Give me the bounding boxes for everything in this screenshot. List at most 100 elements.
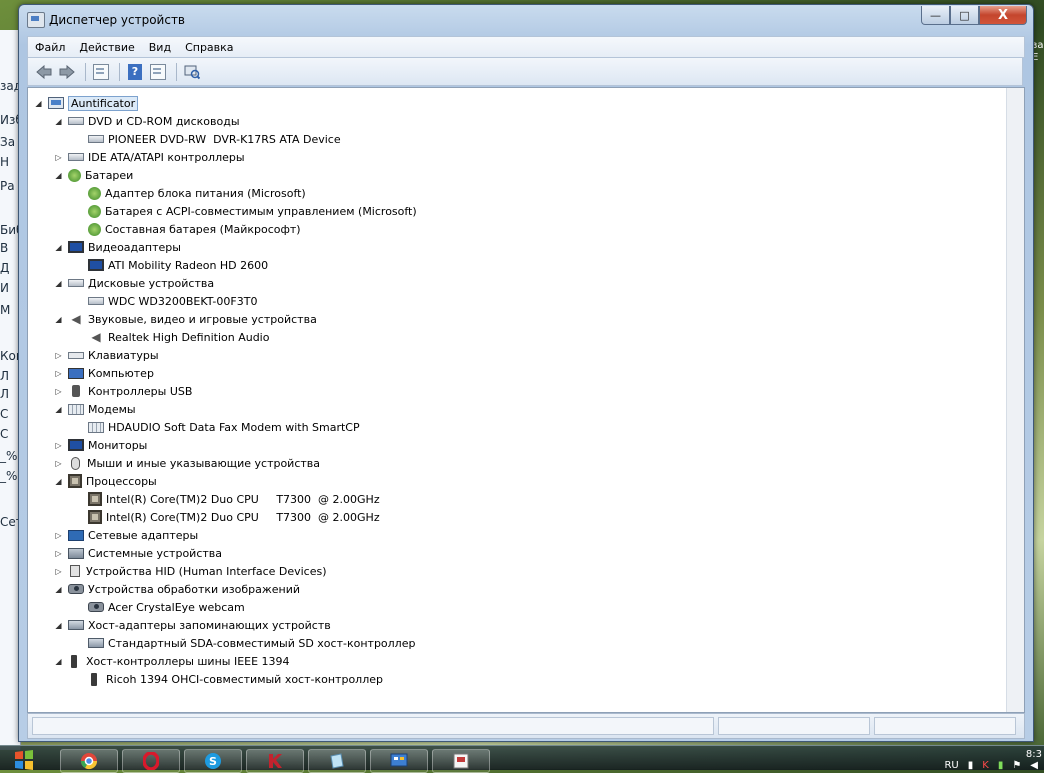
tree-item-label: Адаптер блока питания (Microsoft) (105, 186, 306, 200)
bg-fragment: зад (0, 79, 20, 93)
menu-action[interactable]: Действие (72, 41, 141, 54)
tree-root[interactable]: ◢ Auntificator (35, 94, 139, 112)
tree-category[interactable]: ▷ Компьютер (55, 364, 154, 382)
pc-device-icon (48, 97, 64, 109)
collapse-arrow-icon[interactable]: ◢ (54, 472, 63, 490)
expand-arrow-icon[interactable]: ▷ (54, 526, 63, 544)
expand-arrow-icon[interactable]: ▷ (54, 544, 63, 562)
tree-device[interactable]: WDC WD3200BEKT-00F3T0 (88, 292, 257, 310)
title-bar[interactable]: Диспетчер устройств — □ X (19, 5, 1033, 35)
tree-device[interactable]: HDAUDIO Soft Data Fax Modem with SmartCP (88, 418, 360, 436)
vertical-scrollbar[interactable] (1006, 88, 1024, 712)
properties-sheet-icon[interactable] (91, 62, 111, 82)
tree-category[interactable]: ▷ IDE ATA/ATAPI контроллеры (55, 148, 244, 166)
language-indicator[interactable]: RU (944, 760, 958, 771)
collapse-arrow-icon[interactable]: ◢ (54, 112, 63, 130)
expand-arrow-icon[interactable]: ▷ (54, 364, 63, 382)
collapse-arrow-icon[interactable]: ◢ (54, 274, 63, 292)
collapse-arrow-icon[interactable]: ◢ (54, 400, 63, 418)
tree-category[interactable]: ◢ ◀ Звуковые, видео и игровые устройства (55, 310, 316, 328)
expand-arrow-icon[interactable]: ▷ (54, 436, 63, 454)
bg-fragment: Биб (0, 223, 20, 237)
tree-device[interactable]: Составная батарея (Майкрософт) (88, 220, 301, 238)
tree-device[interactable]: PIONEER DVD-RW DVR-K17RS ATA Device (88, 130, 341, 148)
chip-device-icon (88, 492, 102, 506)
collapse-arrow-icon[interactable]: ◢ (54, 238, 63, 256)
tree-category[interactable]: ▷ Мыши и иные указывающие устройства (55, 454, 320, 472)
tray-volume-icon[interactable]: ◀ (1030, 760, 1038, 771)
collapse-arrow-icon[interactable]: ◢ (54, 652, 63, 670)
taskbar-app-opera[interactable] (122, 749, 180, 773)
collapse-arrow-icon[interactable]: ◢ (54, 616, 63, 634)
tree-category[interactable]: ▷ Сетевые адаптеры (55, 526, 198, 544)
tree-device[interactable]: Acer CrystalEye webcam (88, 598, 245, 616)
tree-category[interactable]: ◢ Процессоры (55, 472, 157, 490)
details-sheet-icon[interactable] (148, 62, 168, 82)
tree-category[interactable]: ◢ DVD и CD-ROM дисководы (55, 112, 239, 130)
expand-arrow-icon[interactable]: ▷ (54, 382, 63, 400)
tree-device[interactable]: ◀ Realtek High Definition Audio (88, 328, 269, 346)
taskbar-app-chrome[interactable] (60, 749, 118, 773)
menu-view[interactable]: Вид (142, 41, 178, 54)
start-button[interactable] (4, 749, 44, 771)
expand-arrow-icon[interactable]: ▷ (54, 562, 63, 580)
tree-device[interactable]: ATI Mobility Radeon HD 2600 (88, 256, 268, 274)
tree-category[interactable]: ◢ Батареи (55, 166, 134, 184)
tree-category[interactable]: ◢ Дисковые устройства (55, 274, 214, 292)
plug-device-icon (91, 672, 97, 686)
taskbar-app-notepad[interactable] (308, 749, 366, 773)
tree-category[interactable]: ◢ Видеоадаптеры (55, 238, 181, 256)
tree-device[interactable]: Адаптер блока питания (Microsoft) (88, 184, 306, 202)
collapse-arrow-icon[interactable]: ◢ (54, 166, 63, 184)
tree-category[interactable]: ◢ Хост-контроллеры шины IEEE 1394 (55, 652, 290, 670)
collapse-arrow-icon[interactable]: ◢ (54, 310, 63, 328)
maximize-button[interactable]: □ (950, 6, 979, 25)
tree-device[interactable]: Стандартный SDA-совместимый SD хост-конт… (88, 634, 415, 652)
tree-device[interactable]: Ricoh 1394 OHCI-совместимый хост-контрол… (88, 670, 383, 688)
bg-fragment: В (0, 241, 9, 255)
tree-device[interactable]: Батарея с ACPI-совместимым управлением (… (88, 202, 417, 220)
tree-item-label: Батареи (85, 168, 134, 182)
tree-device[interactable]: Intel(R) Core(TM)2 Duo CPU T7300 @ 2.00G… (88, 490, 380, 508)
tree-category[interactable]: ◢ Устройства обработки изображений (55, 580, 300, 598)
forward-arrow-icon[interactable] (57, 62, 77, 82)
tree-category[interactable]: ▷ Контроллеры USB (55, 382, 192, 400)
tree-item-label: Хост-контроллеры шины IEEE 1394 (86, 654, 290, 668)
tree-category[interactable]: ▷ Устройства HID (Human Interface Devices… (55, 562, 326, 580)
minimize-button[interactable]: — (921, 6, 950, 25)
back-arrow-icon[interactable] (34, 62, 54, 82)
taskbar-app-skype[interactable]: S (184, 749, 242, 773)
modem-device-icon (88, 421, 104, 433)
tree-device[interactable]: Intel(R) Core(TM)2 Duo CPU T7300 @ 2.00G… (88, 508, 380, 526)
collapse-arrow-icon[interactable]: ◢ (34, 94, 43, 112)
tray-network-icon[interactable]: ▮ (968, 760, 974, 771)
clock[interactable]: 8:3 (1026, 749, 1042, 760)
expand-arrow-icon[interactable]: ▷ (54, 454, 63, 472)
tree-category[interactable]: ◢ Модемы (55, 400, 135, 418)
expand-arrow-icon[interactable]: ▷ (54, 148, 63, 166)
chip-device-icon (68, 474, 82, 488)
tree-category[interactable]: ▷ Клавиатуры (55, 346, 158, 364)
taskbar-app-kaspersky[interactable] (246, 749, 304, 773)
help-icon[interactable]: ? (125, 62, 145, 82)
taskbar-app-control-panel[interactable] (370, 749, 428, 773)
close-button[interactable]: X (979, 6, 1027, 25)
expand-arrow-icon[interactable]: ▷ (54, 346, 63, 364)
caption-buttons: — □ X (921, 6, 1027, 26)
taskbar-app-device-manager[interactable] (432, 749, 490, 773)
tray-flag-icon[interactable]: ⚑ (1012, 760, 1021, 771)
tray-power-icon[interactable]: ▮ (998, 760, 1004, 771)
tray-kaspersky-icon[interactable]: K (982, 760, 989, 771)
tree-category[interactable]: ◢ Хост-адаптеры запоминающих устройств (55, 616, 330, 634)
device-tree-panel[interactable]: ◢ Auntificator ◢ DVD и CD-ROM дисководы PION… (27, 87, 1025, 713)
device-manager-icon (27, 12, 45, 28)
usb-device-icon (72, 385, 80, 397)
tree-category[interactable]: ▷ Мониторы (55, 436, 147, 454)
menu-help[interactable]: Справка (178, 41, 240, 54)
collapse-arrow-icon[interactable]: ◢ (54, 580, 63, 598)
menu-file[interactable]: Файл (28, 41, 72, 54)
tree-category[interactable]: ▷ Системные устройства (55, 544, 222, 562)
scan-hardware-icon[interactable] (182, 62, 202, 82)
bg-fragment: С (0, 407, 9, 421)
storage-device-icon (68, 620, 84, 630)
